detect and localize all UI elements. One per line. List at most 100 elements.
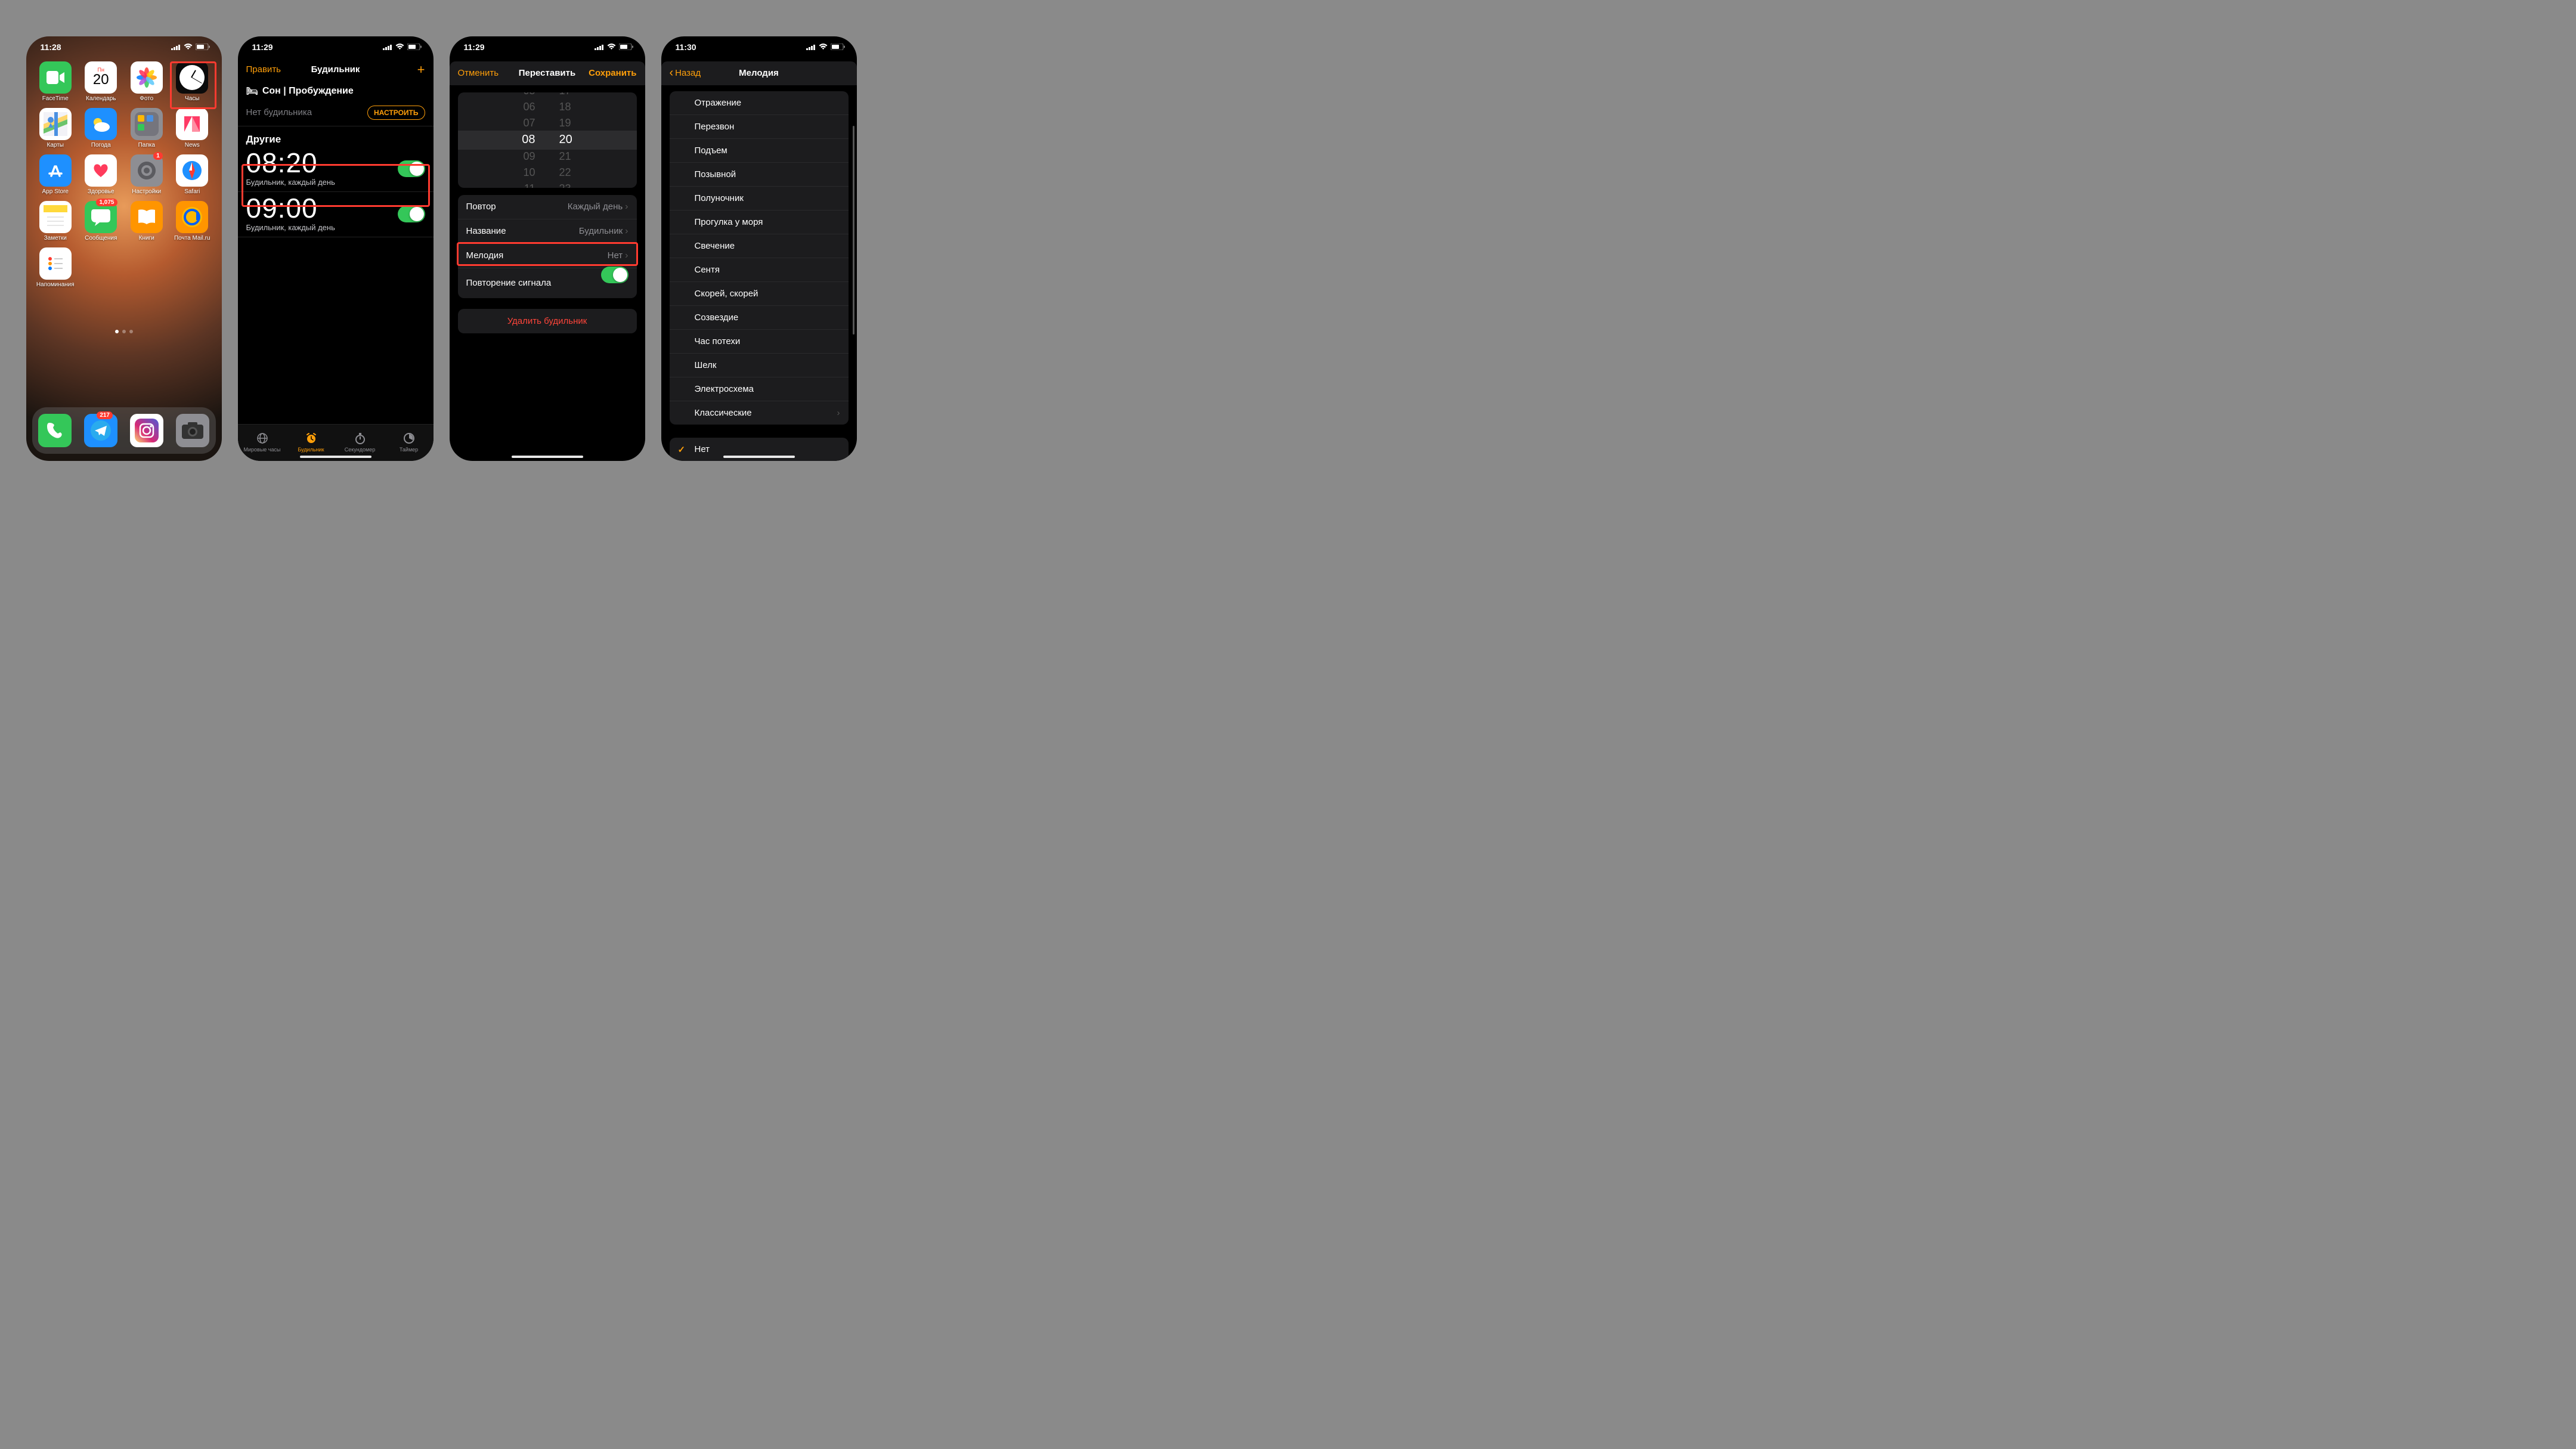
sound-label: Скорей, скорей	[695, 289, 758, 299]
cellular-icon	[171, 44, 181, 50]
sound-label: Час потехи	[695, 336, 741, 346]
tab-timer[interactable]: Таймер	[385, 425, 434, 461]
sound-row[interactable]: Сентя	[670, 258, 849, 282]
page-indicator[interactable]	[26, 330, 222, 333]
sound-row[interactable]: Полуночник	[670, 187, 849, 210]
sound-label: Свечение	[695, 241, 735, 251]
sound-row[interactable]: Созвездие	[670, 306, 849, 330]
picker-minute[interactable]: 17	[559, 92, 571, 98]
nav-title: Переставить	[519, 68, 575, 78]
cancel-button[interactable]: Отменить	[458, 68, 499, 78]
sound-row[interactable]: Свечение	[670, 234, 849, 258]
book-icon	[131, 201, 163, 233]
picker-hour[interactable]: 05	[523, 92, 535, 98]
app-folder[interactable]: Папка	[126, 108, 168, 148]
sound-row[interactable]: Классические›	[670, 401, 849, 425]
sound-row[interactable]: Электросхема	[670, 377, 849, 401]
picker-hour[interactable]: 06	[523, 101, 535, 113]
picker-hour[interactable]: 07	[523, 117, 535, 129]
sound-label: Позывной	[695, 169, 736, 179]
setting-label: Повтор	[466, 202, 496, 212]
setting-row-0[interactable]: Повтор Каждый день›	[458, 195, 637, 219]
app-notes[interactable]: Заметки	[35, 201, 77, 242]
save-button[interactable]: Сохранить	[589, 68, 636, 78]
app-calendar[interactable]: Пн20Календарь	[80, 61, 122, 102]
alarm-toggle[interactable]	[398, 160, 425, 177]
picker-hour[interactable]: 11	[524, 182, 535, 188]
app-appstore[interactable]: App Store	[35, 154, 77, 195]
scroll-indicator[interactable]	[853, 126, 854, 335]
setting-row-2[interactable]: Мелодия Нет›	[458, 244, 637, 268]
phone-alarm-list: 11:29 Править Будильник + 🛏 Сон | Пробуж…	[238, 36, 434, 461]
app-reminders[interactable]: Напоминания	[35, 247, 77, 288]
sound-row[interactable]: Подъем	[670, 139, 849, 163]
app-compass[interactable]: Safari	[171, 154, 213, 195]
phone-icon	[38, 414, 72, 447]
snooze-toggle[interactable]	[601, 267, 628, 283]
sound-label: Перезвон	[695, 122, 735, 132]
cellular-icon	[595, 44, 604, 50]
delete-alarm-button[interactable]: Удалить будильник	[458, 309, 637, 333]
app-label: Погода	[91, 142, 111, 148]
app-gear[interactable]: 1Настройки	[126, 154, 168, 195]
app-chat[interactable]: 1,075Сообщения	[80, 201, 122, 242]
app-mail[interactable]: Почта Mail.ru	[171, 201, 213, 242]
sound-row[interactable]: Скорей, скорей	[670, 282, 849, 306]
setting-row-3[interactable]: Повторение сигнала	[458, 268, 637, 298]
sound-row[interactable]: Час потехи	[670, 330, 849, 354]
time-picker[interactable]: 05 06 07 08 09 10 11 17 18 19 20 21 22 23	[458, 92, 637, 188]
picker-hour[interactable]: 09	[523, 150, 535, 163]
app-map[interactable]: Карты	[35, 108, 77, 148]
picker-minute[interactable]: 21	[559, 150, 571, 163]
app-clock[interactable]: Часы	[171, 61, 213, 102]
setting-row-1[interactable]: Название Будильник›	[458, 219, 637, 244]
picker-minute[interactable]: 22	[559, 166, 571, 179]
app-label: Заметки	[44, 235, 67, 242]
picker-hour[interactable]: 10	[523, 166, 535, 179]
badge: 1,075	[96, 199, 117, 206]
app-weather[interactable]: Погода	[80, 108, 122, 148]
sound-row[interactable]: Перезвон	[670, 115, 849, 139]
picker-minute[interactable]: 23	[559, 182, 571, 188]
add-alarm-button[interactable]: +	[417, 62, 425, 78]
status-bar: 11:30	[661, 36, 857, 58]
edit-button[interactable]: Править	[246, 64, 281, 75]
picker-minute[interactable]: 18	[559, 101, 571, 113]
configure-button[interactable]: НАСТРОИТЬ	[367, 106, 425, 120]
dock-app-telegram[interactable]: 217	[84, 414, 117, 447]
phone-home-screen: 11:28 FaceTimeПн20КалендарьФотоЧасыКарты…	[26, 36, 222, 461]
app-label: FaceTime	[42, 95, 69, 102]
nav-title: Будильник	[311, 64, 360, 75]
dock-app-camera[interactable]	[176, 414, 209, 447]
app-flower[interactable]: Фото	[126, 61, 168, 102]
dock-app-phone[interactable]	[38, 414, 72, 447]
picker-minute[interactable]: 20	[559, 133, 572, 147]
status-bar: 11:29	[238, 36, 434, 58]
setting-label: Название	[466, 226, 506, 236]
home-indicator[interactable]	[723, 456, 795, 458]
app-news[interactable]: News	[171, 108, 213, 148]
sound-row[interactable]: Шелк	[670, 354, 849, 377]
sound-row[interactable]: Отражение	[670, 91, 849, 115]
tab-world[interactable]: Мировые часы	[238, 425, 287, 461]
app-label: Карты	[47, 142, 64, 148]
clock-icon	[176, 61, 208, 94]
sound-row[interactable]: Позывной	[670, 163, 849, 187]
alarm-row[interactable]: 09:00 Будильник, каждый день	[238, 192, 434, 237]
sound-row[interactable]: Прогулка у моря	[670, 210, 849, 234]
picker-minute[interactable]: 19	[559, 117, 571, 129]
wifi-icon	[819, 44, 828, 50]
app-book[interactable]: Книги	[126, 201, 168, 242]
tab-label: Будильник	[298, 447, 324, 453]
home-indicator[interactable]	[300, 456, 371, 458]
alarm-row[interactable]: 08:20 Будильник, каждый день	[238, 147, 434, 192]
dock-app-instagram[interactable]	[130, 414, 163, 447]
chevron-right-icon: ›	[625, 202, 628, 212]
sound-label: Шелк	[695, 360, 717, 370]
picker-hour[interactable]: 08	[522, 133, 535, 147]
app-health[interactable]: Здоровье	[80, 154, 122, 195]
app-video[interactable]: FaceTime	[35, 61, 77, 102]
back-button[interactable]: ‹ Назад	[670, 66, 701, 80]
home-indicator[interactable]	[512, 456, 583, 458]
alarm-toggle[interactable]	[398, 206, 425, 222]
